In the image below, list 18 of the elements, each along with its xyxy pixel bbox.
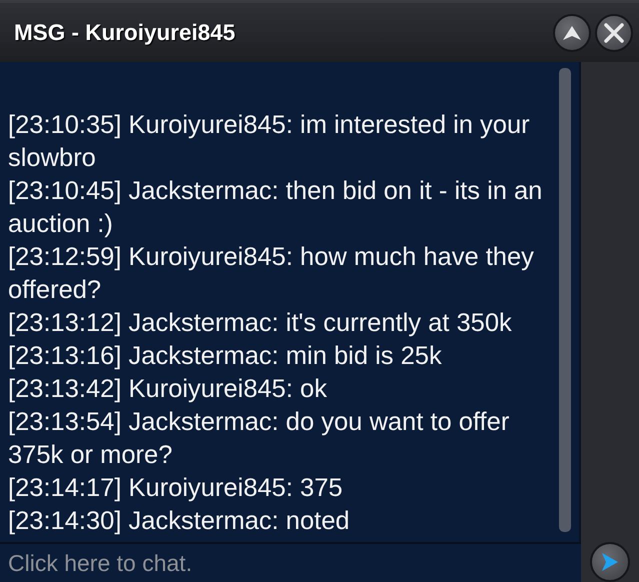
chat-message: [23:13:12] Jackstermac: it's currently at 350k xyxy=(8,308,513,339)
up-arrow-icon xyxy=(562,24,582,40)
chat-message: [23:14:17] Kuroiyurei845: 375 xyxy=(8,473,344,504)
chat-message: [23:13:16] Jackstermac: min bid is 25k xyxy=(8,341,443,372)
send-button[interactable] xyxy=(590,542,630,582)
chat-message: [23:10:35] Kuroiyurei845: im interested in your slowbro xyxy=(8,110,531,174)
close-icon xyxy=(604,22,624,42)
scrollbar-thumb[interactable] xyxy=(559,68,571,532)
send-arrow-icon xyxy=(601,552,619,572)
chat-message: [23:14:30] Jackstermac: noted xyxy=(8,506,351,537)
chat-message: [23:13:42] Kuroiyurei845: ok xyxy=(8,374,328,405)
chat-message: [23:13:54] Jackstermac: do you want to offer 375k or more? xyxy=(8,407,510,471)
chat-message: [23:10:45] Jackstermac: then bid on it - its in an auction :) xyxy=(8,176,544,240)
chat-message: [23:12:59] Kuroiyurei845: how much have they offered? xyxy=(8,242,535,306)
close-button[interactable] xyxy=(595,14,633,52)
chat-input-field[interactable]: Click here to chat. xyxy=(0,542,581,582)
window-title: MSG - Kuroiyurei845 xyxy=(14,20,236,46)
collapse-button[interactable] xyxy=(553,14,591,52)
